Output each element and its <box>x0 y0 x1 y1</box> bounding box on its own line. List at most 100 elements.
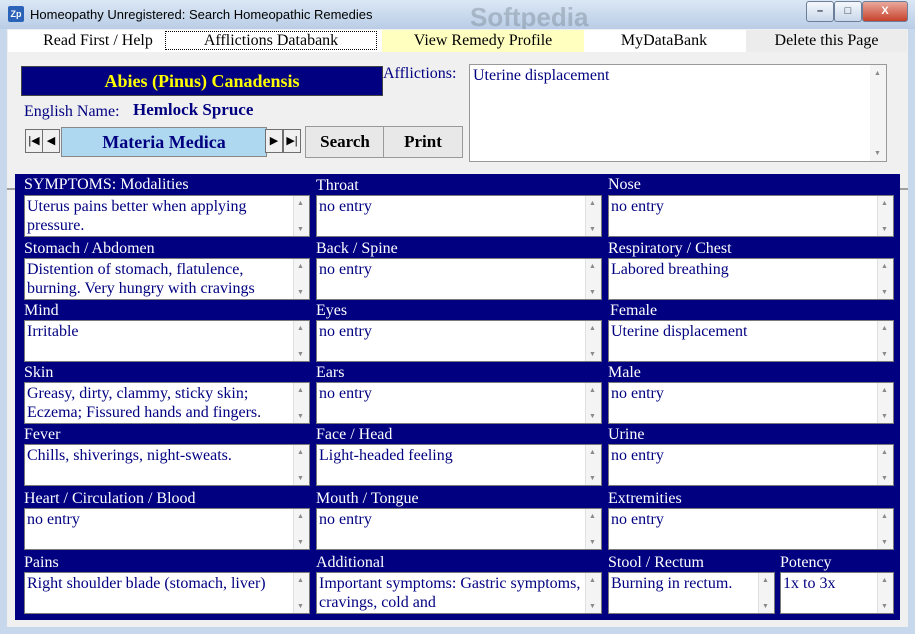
field-ears[interactable]: no entry ▲ ▼ <box>316 382 602 424</box>
field-back-spine[interactable]: no entry ▲ ▼ <box>316 258 602 300</box>
scroll-down-icon[interactable]: ▼ <box>881 288 888 296</box>
field-scrollbar[interactable]: ▲ ▼ <box>293 445 309 485</box>
scroll-up-icon[interactable]: ▲ <box>589 512 596 520</box>
scroll-down-icon[interactable]: ▼ <box>881 412 888 420</box>
scroll-down-icon[interactable]: ▼ <box>297 350 304 358</box>
scroll-down-icon[interactable]: ▼ <box>589 225 596 233</box>
scroll-down-icon[interactable]: ▼ <box>297 412 304 420</box>
scroll-up-icon[interactable]: ▲ <box>589 386 596 394</box>
field-scrollbar[interactable]: ▲ ▼ <box>293 509 309 549</box>
scroll-down-icon[interactable]: ▼ <box>881 225 888 233</box>
menu-delete-page[interactable]: Delete this Page <box>746 30 907 52</box>
field-scrollbar[interactable]: ▲ ▼ <box>293 259 309 299</box>
scroll-down-icon[interactable]: ▼ <box>589 474 596 482</box>
next-record-button[interactable]: ▶ <box>265 129 283 153</box>
menu-mydatabank[interactable]: MyDataBank <box>584 30 744 52</box>
scroll-down-icon[interactable]: ▼ <box>589 288 596 296</box>
field-scrollbar[interactable]: ▲ ▼ <box>585 259 601 299</box>
maximize-button[interactable]: □ <box>834 1 862 22</box>
scroll-down-icon[interactable]: ▼ <box>881 602 888 610</box>
search-button[interactable]: Search <box>305 126 385 158</box>
field-scrollbar[interactable]: ▲ ▼ <box>585 445 601 485</box>
field-male[interactable]: no entry ▲ ▼ <box>608 382 894 424</box>
afflictions-textbox[interactable]: Uterine displacement ▲ ▼ <box>469 64 887 162</box>
scroll-up-icon[interactable]: ▲ <box>589 199 596 207</box>
field-scrollbar[interactable]: ▲ ▼ <box>585 383 601 423</box>
field-extremities[interactable]: no entry ▲ ▼ <box>608 508 894 550</box>
scroll-up-icon[interactable]: ▲ <box>881 576 888 584</box>
field-scrollbar[interactable]: ▲ ▼ <box>877 445 893 485</box>
scroll-up-icon[interactable]: ▲ <box>881 262 888 270</box>
scroll-down-icon[interactable]: ▼ <box>874 149 881 157</box>
field-scrollbar[interactable]: ▲ ▼ <box>877 573 893 613</box>
field-pains[interactable]: Right shoulder blade (stomach, liver) ▲ ▼ <box>24 572 310 614</box>
scroll-up-icon[interactable]: ▲ <box>881 386 888 394</box>
field-respiratory[interactable]: Labored breathing ▲ ▼ <box>608 258 894 300</box>
last-record-button[interactable]: ▶| <box>283 129 301 153</box>
scroll-up-icon[interactable]: ▲ <box>881 199 888 207</box>
scroll-up-icon[interactable]: ▲ <box>297 324 304 332</box>
field-heart[interactable]: no entry ▲ ▼ <box>24 508 310 550</box>
scroll-up-icon[interactable]: ▲ <box>881 324 888 332</box>
scroll-down-icon[interactable]: ▼ <box>297 474 304 482</box>
first-record-button[interactable]: |◀ <box>25 129 43 153</box>
field-scrollbar[interactable]: ▲ ▼ <box>877 509 893 549</box>
scroll-up-icon[interactable]: ▲ <box>589 262 596 270</box>
scroll-up-icon[interactable]: ▲ <box>589 448 596 456</box>
field-fever[interactable]: Chills, shiverings, night-sweats. ▲ ▼ <box>24 444 310 486</box>
menu-view-remedy-profile[interactable]: View Remedy Profile <box>382 30 584 52</box>
scroll-down-icon[interactable]: ▼ <box>881 538 888 546</box>
field-female[interactable]: Uterine displacement ▲ ▼ <box>608 320 894 362</box>
scroll-up-icon[interactable]: ▲ <box>874 69 881 77</box>
field-additional[interactable]: Important symptoms: Gastric symptoms, cr… <box>316 572 602 614</box>
print-button[interactable]: Print <box>383 126 463 158</box>
field-face-head[interactable]: Light-headed feeling ▲ ▼ <box>316 444 602 486</box>
scroll-up-icon[interactable]: ▲ <box>297 199 304 207</box>
scroll-down-icon[interactable]: ▼ <box>589 350 596 358</box>
field-scrollbar[interactable]: ▲ ▼ <box>293 196 309 236</box>
scroll-up-icon[interactable]: ▲ <box>297 448 304 456</box>
field-scrollbar[interactable]: ▲ ▼ <box>293 321 309 361</box>
field-scrollbar[interactable]: ▲ ▼ <box>293 573 309 613</box>
menu-read-first-help[interactable]: Read First / Help <box>8 30 188 52</box>
scroll-up-icon[interactable]: ▲ <box>589 576 596 584</box>
scroll-down-icon[interactable]: ▼ <box>762 602 769 610</box>
prev-record-button[interactable]: ◀ <box>42 129 60 153</box>
field-scrollbar[interactable]: ▲ ▼ <box>877 321 893 361</box>
afflictions-scrollbar[interactable]: ▲ ▼ <box>870 65 886 161</box>
field-scrollbar[interactable]: ▲ ▼ <box>585 573 601 613</box>
field-scrollbar[interactable]: ▲ ▼ <box>877 259 893 299</box>
field-scrollbar[interactable]: ▲ ▼ <box>585 196 601 236</box>
field-scrollbar[interactable]: ▲ ▼ <box>758 573 774 613</box>
scroll-down-icon[interactable]: ▼ <box>881 350 888 358</box>
scroll-down-icon[interactable]: ▼ <box>297 288 304 296</box>
scroll-down-icon[interactable]: ▼ <box>297 602 304 610</box>
field-scrollbar[interactable]: ▲ ▼ <box>877 196 893 236</box>
scroll-down-icon[interactable]: ▼ <box>881 474 888 482</box>
field-eyes[interactable]: no entry ▲ ▼ <box>316 320 602 362</box>
scroll-up-icon[interactable]: ▲ <box>297 512 304 520</box>
field-mouth-tongue[interactable]: no entry ▲ ▼ <box>316 508 602 550</box>
scroll-up-icon[interactable]: ▲ <box>297 386 304 394</box>
field-mind[interactable]: Irritable ▲ ▼ <box>24 320 310 362</box>
field-urine[interactable]: no entry ▲ ▼ <box>608 444 894 486</box>
field-scrollbar[interactable]: ▲ ▼ <box>877 383 893 423</box>
scroll-down-icon[interactable]: ▼ <box>297 538 304 546</box>
field-scrollbar[interactable]: ▲ ▼ <box>293 383 309 423</box>
field-nose[interactable]: no entry ▲ ▼ <box>608 195 894 237</box>
scroll-up-icon[interactable]: ▲ <box>589 324 596 332</box>
scroll-up-icon[interactable]: ▲ <box>297 576 304 584</box>
field-potency[interactable]: 1x to 3x ▲ ▼ <box>780 572 894 614</box>
field-modalities[interactable]: Uterus pains better when applying pressu… <box>24 195 310 237</box>
field-skin[interactable]: Greasy, dirty, clammy, sticky skin; Ecze… <box>24 382 310 424</box>
minimize-button[interactable]: – <box>806 1 834 22</box>
scroll-up-icon[interactable]: ▲ <box>762 576 769 584</box>
scroll-up-icon[interactable]: ▲ <box>881 512 888 520</box>
field-scrollbar[interactable]: ▲ ▼ <box>585 509 601 549</box>
scroll-down-icon[interactable]: ▼ <box>589 602 596 610</box>
close-button[interactable]: X <box>862 1 908 22</box>
scroll-down-icon[interactable]: ▼ <box>589 538 596 546</box>
scroll-down-icon[interactable]: ▼ <box>297 225 304 233</box>
menu-afflictions-databank[interactable]: Afflictions Databank <box>162 30 380 52</box>
field-stomach[interactable]: Distention of stomach, flatulence, burni… <box>24 258 310 300</box>
